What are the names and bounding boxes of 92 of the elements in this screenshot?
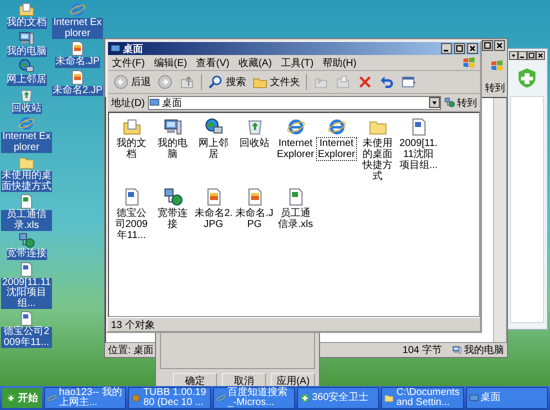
network-icon <box>444 97 455 108</box>
file-item[interactable]: Internet Explorer <box>275 117 316 183</box>
folder-up-icon <box>179 74 195 90</box>
file-item[interactable]: 2009[11.11沈阳项目组... <box>398 117 439 183</box>
go-button[interactable]: 转到 <box>444 96 477 110</box>
spreadsheet-icon <box>18 193 35 210</box>
file-item[interactable]: Internet Explorer <box>316 117 357 183</box>
maximize-button[interactable] <box>454 43 465 54</box>
maximize-button[interactable] <box>527 51 536 60</box>
taskbar-button[interactable]: 桌面 <box>466 387 548 409</box>
file-item[interactable]: 未命名2.JPG <box>193 187 234 242</box>
desktop-icon <box>148 97 160 108</box>
toolbar-button[interactable]: 搜索 <box>206 74 248 90</box>
desktop-shortcut[interactable]: 我的电脑 <box>1 30 52 57</box>
file-item[interactable]: 我的电脑 <box>152 117 193 183</box>
status-text: 位置: 桌面 <box>108 344 154 357</box>
browser-icon <box>47 393 57 403</box>
browser-icon <box>216 393 226 403</box>
browser-icon <box>18 115 35 132</box>
search-icon <box>208 74 224 90</box>
file-item[interactable]: 德宝公司2009年11... <box>111 187 152 242</box>
minimize-button[interactable] <box>441 43 452 54</box>
maximize-button[interactable] <box>482 40 493 51</box>
computer-icon <box>162 117 182 137</box>
file-item[interactable]: 我的文档 <box>111 117 152 183</box>
desktop-shortcut[interactable]: 我的文档 <box>1 1 52 28</box>
file-item[interactable]: 未命名.JPG <box>234 187 275 242</box>
browser-icon <box>286 117 306 137</box>
copy-to-icon <box>335 74 351 90</box>
file-item[interactable]: 回收站 <box>234 117 275 183</box>
menu-item[interactable]: 查看(V) <box>196 56 230 70</box>
desktop-icon <box>468 393 479 403</box>
views-icon <box>401 74 417 90</box>
computer-icon <box>452 345 462 355</box>
globe-computer-icon <box>18 58 35 75</box>
close-button[interactable] <box>467 43 478 54</box>
network-icon <box>162 187 182 207</box>
menu-item[interactable]: 编辑(E) <box>154 56 188 70</box>
menu-item[interactable]: 工具(T) <box>280 56 314 70</box>
desktop-shortcut[interactable]: 宽带连接 <box>1 232 52 260</box>
file-item[interactable]: 未使用的桌面快捷方式 <box>357 117 398 183</box>
document-folder-icon <box>122 117 142 137</box>
status-text: 104 字节 <box>402 344 442 357</box>
status-text: 13 个对象 <box>111 318 155 332</box>
minimize-button[interactable] <box>518 51 527 60</box>
taskbar-button[interactable]: 360安全卫士 <box>296 387 380 409</box>
document-icon <box>18 310 35 327</box>
toolbar-button[interactable]: 文件夹 <box>250 74 302 90</box>
window-title: 桌面 <box>123 42 143 56</box>
taskbar-button[interactable]: hao123-- 我的上网主... <box>44 387 126 409</box>
flag-icon <box>490 59 504 73</box>
desktop-shortcut[interactable]: 回收站 <box>1 86 52 114</box>
menu-item[interactable]: 收藏(A) <box>238 56 272 70</box>
round-icon <box>131 393 142 403</box>
desktop-shortcut[interactable]: 未命名2.JP <box>52 68 103 96</box>
file-item[interactable]: 员工通信录.xls <box>275 187 316 242</box>
address-field[interactable]: 桌面 <box>148 96 441 110</box>
toolbar-button[interactable] <box>155 74 175 90</box>
file-item[interactable]: 宽带连接 <box>152 187 193 242</box>
shield-icon <box>6 393 16 403</box>
status-text: 我的电脑 <box>452 343 504 357</box>
delete-icon <box>357 74 373 90</box>
menu-item[interactable]: 帮助(H) <box>322 56 356 70</box>
taskbar-button[interactable]: C:\Documents and Settin... <box>381 387 464 409</box>
scrollbar[interactable] <box>493 98 506 342</box>
undo-icon <box>379 74 395 90</box>
flag-icon <box>462 56 476 70</box>
close-button[interactable] <box>536 51 545 60</box>
desktop-icon <box>110 43 121 54</box>
dropdown-button[interactable] <box>429 97 440 108</box>
browser-icon <box>69 1 86 18</box>
image-file-icon <box>69 40 86 57</box>
shield-icon <box>300 393 310 403</box>
desktop-shortcut[interactable]: 网上邻居 <box>1 58 52 86</box>
address-label: 地址(D) <box>111 96 145 110</box>
image-file-icon <box>69 68 86 86</box>
network-icon <box>18 232 35 249</box>
document-folder-icon <box>18 1 35 18</box>
taskbar-button[interactable]: TUBB 1.00.1980 (Dec 10 ... <box>128 387 211 409</box>
close-button[interactable] <box>494 40 505 51</box>
computer-icon <box>18 30 35 46</box>
folder-icon <box>384 393 394 403</box>
file-item[interactable]: 网上邻居 <box>193 117 234 183</box>
dropdown-button[interactable] <box>509 51 518 60</box>
browser-icon <box>326 117 346 137</box>
go-button[interactable]: 转到 <box>485 81 505 95</box>
document-icon <box>18 260 35 278</box>
start-button[interactable]: 开始 <box>2 388 42 408</box>
toolbar-button[interactable]: 后退 <box>111 74 153 90</box>
taskbar-button[interactable]: 百度知道搜索_-Micros... <box>212 387 295 409</box>
desktop-shortcut[interactable]: 未命名.JP <box>52 40 103 68</box>
menu-item[interactable]: 文件(F) <box>112 56 145 70</box>
